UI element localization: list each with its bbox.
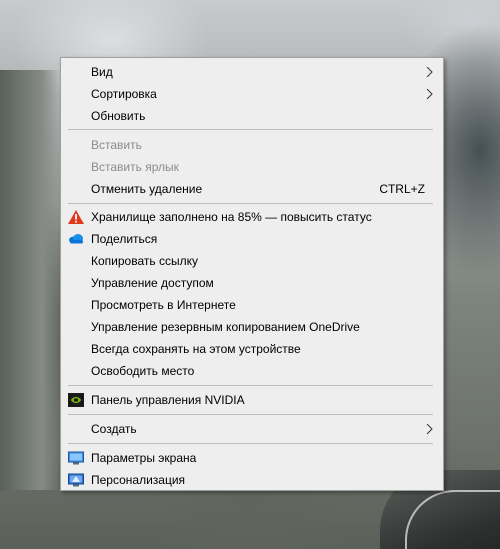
menu-item-display-settings[interactable]: Параметры экрана <box>61 447 443 469</box>
menu-item-manage-backup[interactable]: Управление резервным копированием OneDri… <box>61 316 443 338</box>
menu-item-label: Освободить место <box>91 364 195 378</box>
menu-item-label: Вставить ярлык <box>91 160 179 174</box>
menu-item-always-keep[interactable]: Всегда сохранять на этом устройстве <box>61 338 443 360</box>
menu-item-undo-delete[interactable]: Отменить удаление CTRL+Z <box>61 178 443 200</box>
nvidia-icon <box>68 393 84 407</box>
menu-item-free-space[interactable]: Освободить место <box>61 360 443 382</box>
menu-item-label: Всегда сохранять на этом устройстве <box>91 342 301 356</box>
menu-separator <box>68 443 433 444</box>
menu-separator <box>68 129 433 130</box>
menu-item-sort[interactable]: Сортировка <box>61 83 443 105</box>
onedrive-cloud-icon <box>69 234 83 244</box>
menu-item-label: Вид <box>91 65 113 79</box>
menu-item-label: Копировать ссылку <box>91 254 198 268</box>
menu-item-label: Сортировка <box>91 87 157 101</box>
chevron-right-icon <box>426 424 433 434</box>
menu-item-label: Управление резервным копированием OneDri… <box>91 320 360 334</box>
menu-item-label: Хранилище заполнено на 85% — повысить ст… <box>91 210 372 224</box>
menu-item-label: Отменить удаление <box>91 182 203 196</box>
menu-item-manage-access[interactable]: Управление доступом <box>61 272 443 294</box>
menu-separator <box>68 203 433 204</box>
menu-item-create[interactable]: Создать <box>61 418 443 440</box>
chevron-right-icon <box>426 89 433 99</box>
menu-item-refresh[interactable]: Обновить <box>61 105 443 127</box>
menu-separator <box>68 414 433 415</box>
menu-item-label: Создать <box>91 422 137 436</box>
menu-item-paste-shortcut: Вставить ярлык <box>61 156 443 178</box>
menu-item-label: Управление доступом <box>91 276 214 290</box>
menu-item-share[interactable]: Поделиться <box>61 228 443 250</box>
menu-separator <box>68 385 433 386</box>
wallpaper-rock <box>0 70 60 490</box>
menu-item-label: Поделиться <box>91 232 158 246</box>
menu-item-nvidia[interactable]: Панель управления NVIDIA <box>61 389 443 411</box>
menu-item-view[interactable]: Вид <box>61 61 443 83</box>
warning-triangle-icon <box>68 210 84 224</box>
menu-item-label: Просмотреть в Интернете <box>91 298 236 312</box>
keyboard-shortcut: CTRL+Z <box>379 182 425 196</box>
personalization-icon <box>68 473 84 487</box>
desktop-context-menu: Вид Сортировка Обновить Вставить Вставит… <box>60 57 444 491</box>
menu-item-view-online[interactable]: Просмотреть в Интернете <box>61 294 443 316</box>
menu-item-storage-full[interactable]: Хранилище заполнено на 85% — повысить ст… <box>61 206 443 228</box>
chevron-right-icon <box>426 67 433 77</box>
menu-item-label: Персонализация <box>91 473 186 487</box>
menu-item-personalize[interactable]: Персонализация <box>61 469 443 491</box>
menu-item-copy-link[interactable]: Копировать ссылку <box>61 250 443 272</box>
menu-item-label: Панель управления NVIDIA <box>91 393 245 407</box>
menu-item-label: Вставить <box>91 138 142 152</box>
menu-item-label: Обновить <box>91 109 146 123</box>
display-settings-icon <box>68 451 84 465</box>
menu-item-label: Параметры экрана <box>91 451 197 465</box>
menu-item-paste: Вставить <box>61 134 443 156</box>
